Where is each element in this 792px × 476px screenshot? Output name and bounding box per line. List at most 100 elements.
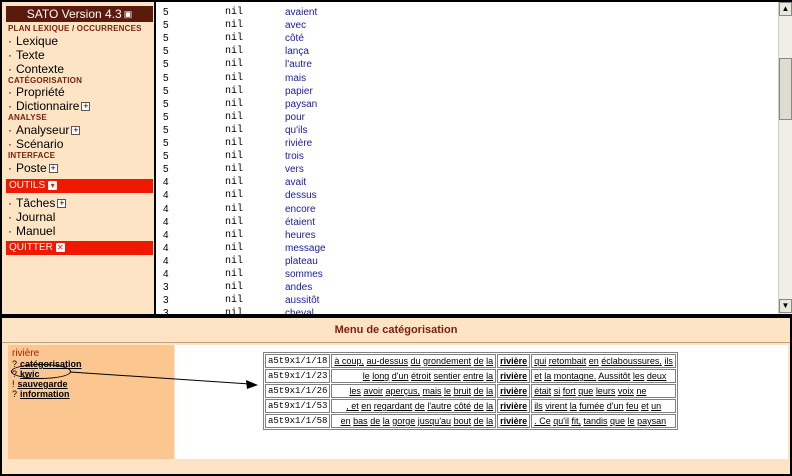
word-link[interactable]: l'autre [285, 58, 312, 71]
context-word[interactable]: entre [463, 371, 484, 381]
context-word[interactable]: éclaboussures, [601, 356, 662, 366]
context-word[interactable]: la [570, 401, 577, 411]
outils-toggle-icon[interactable]: ▾ [48, 181, 58, 190]
list-item[interactable]: 4 nil plateau [156, 255, 766, 268]
context-word[interactable]: si [554, 386, 561, 396]
kwic-keyword[interactable]: rivière [497, 414, 531, 428]
list-item[interactable]: 5 nil rivière [156, 137, 766, 150]
context-word[interactable]: grondement [423, 356, 471, 366]
list-item[interactable]: 5 nil l'autre [156, 58, 766, 71]
context-word[interactable]: aperçus, [385, 386, 420, 396]
scroll-thumb[interactable] [779, 58, 792, 120]
list-item[interactable]: 5 nil papier [156, 85, 766, 98]
context-word[interactable]: en [341, 416, 351, 426]
list-item[interactable]: 5 nil lança [156, 45, 766, 58]
expand-icon[interactable]: + [57, 199, 67, 208]
context-word[interactable]: d'un [392, 371, 409, 381]
context-word[interactable]: ne [636, 386, 646, 396]
context-word[interactable]: de [474, 401, 484, 411]
context-word[interactable]: la [486, 386, 493, 396]
context-word[interactable]: que [578, 386, 593, 396]
menu-item-analyseur[interactable]: · Analyseur + [8, 124, 81, 137]
list-item[interactable]: 3 nil cheval [156, 307, 766, 314]
list-item[interactable]: 5 nil paysan [156, 98, 766, 111]
context-word[interactable]: un [651, 401, 661, 411]
kwic-keyword[interactable]: rivière [497, 369, 531, 383]
word-link[interactable]: avaient [285, 6, 317, 19]
list-item[interactable]: 4 nil sommes [156, 268, 766, 281]
context-word[interactable]: au-dessus [366, 356, 408, 366]
context-word[interactable]: bruit [454, 386, 472, 396]
context-word[interactable]: ils [664, 356, 673, 366]
word-link[interactable]: cheval [285, 307, 314, 314]
context-word[interactable]: le [628, 416, 635, 426]
word-link[interactable]: heures [285, 229, 316, 242]
context-word[interactable]: leurs [596, 386, 616, 396]
context-word[interactable]: les [349, 386, 361, 396]
context-word[interactable]: étroit [411, 371, 431, 381]
context-word[interactable]: le [363, 371, 370, 381]
context-word[interactable]: et [534, 371, 542, 381]
context-word[interactable]: la [486, 356, 493, 366]
word-link[interactable]: plateau [285, 255, 318, 268]
context-word[interactable]: jusqu'au [418, 416, 451, 426]
context-word[interactable]: la [486, 401, 493, 411]
context-word[interactable]: du [411, 356, 421, 366]
word-link[interactable]: message [285, 242, 326, 255]
close-icon[interactable]: ✕ [55, 243, 65, 252]
menu-item-manuel[interactable]: · Manuel [8, 225, 55, 238]
menu-item-texte[interactable]: · Texte [8, 49, 45, 62]
context-word[interactable]: de [474, 356, 484, 366]
context-word[interactable]: le [444, 386, 451, 396]
scroll-down-icon[interactable]: ▼ [779, 299, 792, 313]
expand-icon[interactable]: + [71, 126, 81, 135]
menu-item-poste[interactable]: · Poste + [8, 162, 58, 175]
context-word[interactable]: feu [626, 401, 639, 411]
word-link[interactable]: vers [285, 163, 304, 176]
word-link[interactable]: mais [285, 72, 306, 85]
context-word[interactable]: ils [534, 401, 543, 411]
word-link[interactable]: côté [285, 32, 304, 45]
list-item[interactable]: 4 nil dessus [156, 189, 766, 202]
word-link[interactable]: papier [285, 85, 313, 98]
context-word[interactable]: long [372, 371, 389, 381]
kwic-keyword[interactable]: rivière [497, 399, 531, 413]
context-word[interactable]: fort [563, 386, 576, 396]
context-word[interactable]: qu'il [553, 416, 569, 426]
context-word[interactable]: mais [423, 386, 442, 396]
context-word[interactable]: deux [647, 371, 667, 381]
context-word[interactable]: montagne. [554, 371, 597, 381]
list-scrollbar[interactable]: ▲ ▼ [778, 2, 792, 314]
context-word[interactable]: à coup, [334, 356, 364, 366]
list-item[interactable]: 5 nil avec [156, 19, 766, 32]
kwic-keyword[interactable]: rivière [497, 384, 531, 398]
context-word[interactable]: la [383, 416, 390, 426]
scroll-up-icon[interactable]: ▲ [779, 2, 792, 16]
menu-item-journal[interactable]: · Journal [8, 211, 55, 224]
context-word[interactable]: bout [454, 416, 472, 426]
context-word[interactable]: , et [346, 401, 359, 411]
context-word[interactable]: de [474, 416, 484, 426]
list-item[interactable]: 5 nil mais [156, 72, 766, 85]
context-word[interactable]: fumée [579, 401, 604, 411]
word-link[interactable]: sommes [285, 268, 323, 281]
context-word[interactable]: voix [618, 386, 634, 396]
context-word[interactable]: la [486, 416, 493, 426]
context-word[interactable]: d'un [607, 401, 624, 411]
word-link[interactable]: aussitôt [285, 294, 319, 307]
list-item[interactable]: 4 nil étaient [156, 216, 766, 229]
list-item[interactable]: 3 nil andes [156, 281, 766, 294]
context-word[interactable]: gorge [392, 416, 415, 426]
context-word[interactable]: et [641, 401, 649, 411]
list-item[interactable]: 5 nil pour [156, 111, 766, 124]
expand-icon[interactable]: + [81, 102, 91, 111]
list-item[interactable]: 4 nil encore [156, 203, 766, 216]
menu-item-scenario[interactable]: · Scénario [8, 138, 63, 151]
word-link[interactable]: encore [285, 203, 316, 216]
context-word[interactable]: virent [545, 401, 567, 411]
list-item[interactable]: 5 nil qu'ils [156, 124, 766, 137]
context-word[interactable]: côté [454, 401, 471, 411]
list-item[interactable]: 5 nil avaient [156, 6, 766, 19]
list-item[interactable]: 4 nil heures [156, 229, 766, 242]
context-word[interactable]: de [415, 401, 425, 411]
